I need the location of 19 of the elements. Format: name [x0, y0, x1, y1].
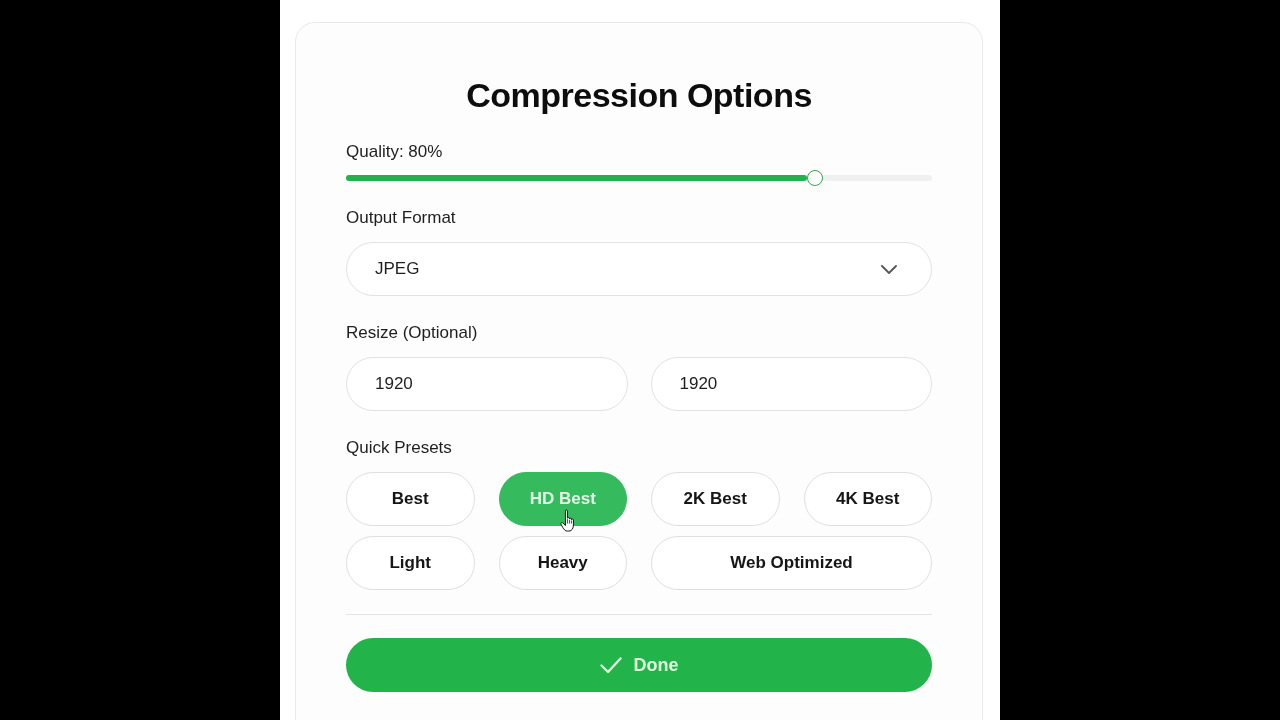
- quality-label: Quality: 80%: [346, 141, 444, 163]
- resize-input-field[interactable]: 1920: [650, 357, 932, 411]
- preset-button[interactable]: Heavy: [498, 536, 627, 590]
- preset-button[interactable]: Light: [346, 536, 475, 590]
- preset-button[interactable]: Best: [346, 472, 475, 526]
- resize-label: Resize (Optional): [346, 322, 479, 344]
- chevron-down-icon: [881, 264, 897, 274]
- preset-button[interactable]: 2K Best: [651, 472, 780, 526]
- preset-button[interactable]: 4K Best: [803, 472, 932, 526]
- resize-input-field[interactable]: 1920: [346, 357, 628, 411]
- output-format-label: Output Format: [346, 207, 457, 229]
- slider-thumb[interactable]: [806, 170, 823, 186]
- preset-button[interactable]: Web Optimized: [651, 536, 932, 590]
- quick-presets-label: Quick Presets: [346, 437, 453, 459]
- quality-slider-track[interactable]: [346, 175, 932, 181]
- hand-cursor-icon: [560, 509, 577, 532]
- panel-title: Compression Options: [465, 75, 813, 115]
- format-dropdown[interactable]: JPEG: [346, 242, 932, 296]
- checkmark-icon: [599, 656, 622, 674]
